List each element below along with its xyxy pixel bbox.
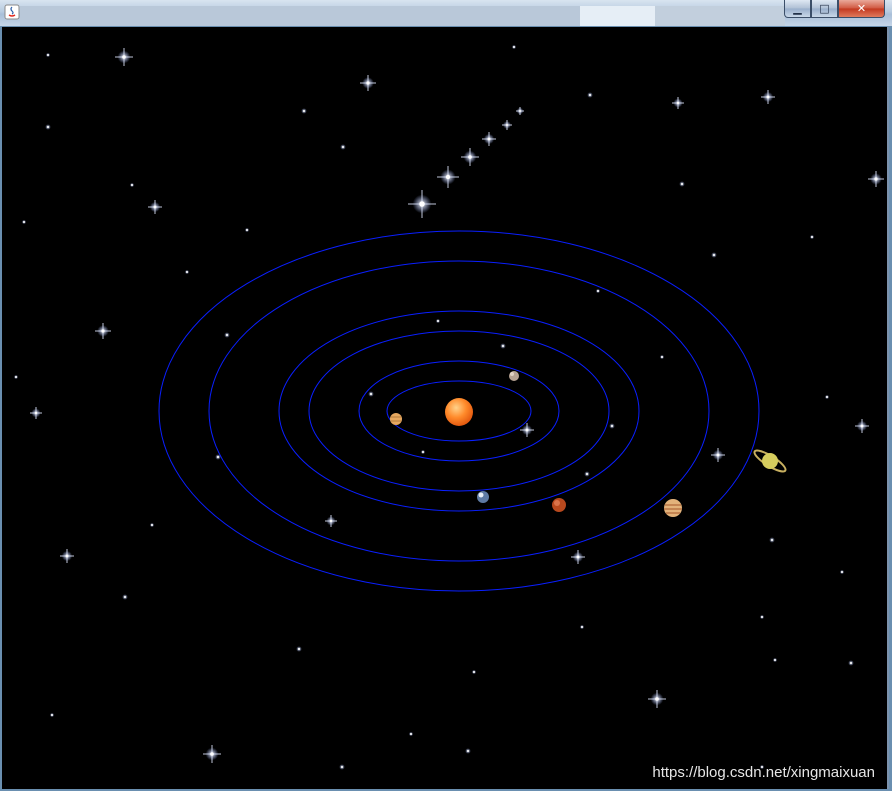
star-sparkle [224, 332, 230, 338]
window-title-bar: ▁ □ ✕ [0, 0, 892, 26]
star-sparkle [301, 108, 307, 114]
star-sparkle [500, 343, 506, 349]
window-controls: ▁ □ ✕ [784, 0, 885, 19]
background-window-strip [580, 6, 655, 26]
star-sparkle [149, 522, 155, 528]
star-sparkle [659, 354, 665, 360]
star-sparkle [129, 182, 135, 188]
solar-system-canvas: https://blog.csdn.net/xingmaixuan [2, 27, 889, 789]
star-sparkle [21, 219, 27, 225]
space-background [2, 27, 887, 789]
star-sparkle [824, 394, 830, 400]
star-sparkle [595, 288, 601, 294]
maximize-icon: □ [819, 2, 830, 15]
watermark-url: https://blog.csdn.net/xingmaixuan [652, 764, 875, 781]
star-sparkle [711, 252, 717, 258]
star-sparkle [584, 471, 590, 477]
star-sparkle [296, 646, 302, 652]
star-sparkle [848, 660, 854, 666]
star-sparkle [420, 449, 426, 455]
background-window-strip [655, 6, 785, 26]
star-sparkle [465, 748, 471, 754]
minimize-button[interactable]: ▁ [784, 0, 811, 18]
star-sparkle [759, 614, 765, 620]
planet-mars [552, 498, 566, 512]
planet-mercury [509, 371, 519, 381]
maximize-button[interactable]: □ [811, 0, 838, 18]
star-sparkle [184, 269, 190, 275]
star-sparkle [772, 657, 778, 663]
star-sparkle [435, 318, 441, 324]
star-sparkle [579, 624, 585, 630]
star-sparkle [13, 374, 19, 380]
star-sparkle [839, 569, 845, 575]
planet-earth [477, 491, 489, 503]
background-window-strip [20, 6, 580, 26]
star-sparkle [471, 669, 477, 675]
star-sparkle [368, 391, 374, 397]
java-app-icon [4, 4, 20, 20]
close-button[interactable]: ✕ [838, 0, 885, 18]
space-scene [2, 27, 887, 789]
star-sparkle [45, 52, 51, 58]
close-icon: ✕ [856, 2, 867, 15]
star-sparkle [408, 731, 414, 737]
star-sparkle [122, 594, 128, 600]
star-sparkle [340, 144, 346, 150]
minimize-icon: ▁ [793, 2, 802, 15]
star-sparkle [244, 227, 250, 233]
star-sparkle [679, 181, 685, 187]
star-sparkle [339, 764, 345, 770]
star-sparkle [45, 124, 51, 130]
sun [445, 398, 473, 426]
planet-jupiter [664, 499, 682, 517]
planet-venus [390, 413, 402, 425]
star-sparkle [609, 423, 615, 429]
star-sparkle [769, 537, 775, 543]
star-sparkle [587, 92, 593, 98]
star-sparkle [511, 44, 517, 50]
star-sparkle [49, 712, 55, 718]
star-sparkle [809, 234, 815, 240]
